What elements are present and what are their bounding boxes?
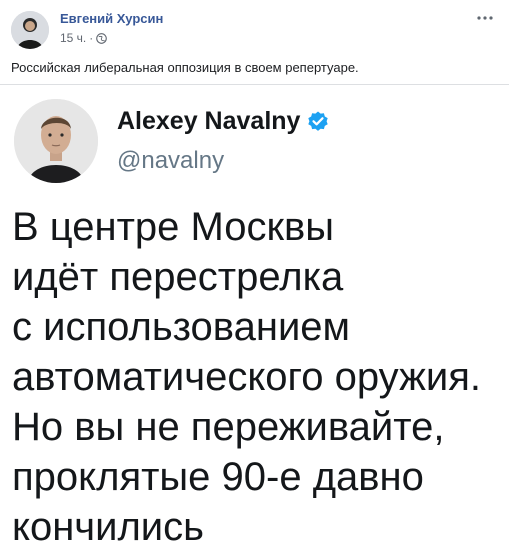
post-meta: 15 ч. · <box>60 31 108 45</box>
globe-icon[interactable] <box>96 32 108 44</box>
tweet-line: В центре Москвы <box>12 205 335 249</box>
tweet-line: с использованием <box>12 305 351 349</box>
post-text: Российская либеральная оппозиция в своем… <box>11 60 359 75</box>
more-options-button[interactable] <box>473 8 497 28</box>
tweet-body: В центре Москвы идёт перестрелка с испол… <box>12 202 507 552</box>
author-avatar[interactable] <box>11 11 49 49</box>
more-dots-icon <box>477 16 493 20</box>
tweet-line: идёт перестрелка <box>12 255 344 299</box>
tweet-handle: @navalny <box>117 147 225 174</box>
tweet-screenshot[interactable]: Alexey Navalny @navalny В центре Москвы … <box>0 85 509 549</box>
tweet-author-name: Alexey Navalny <box>117 107 301 135</box>
author-name[interactable]: Евгений Хурсин <box>60 11 163 26</box>
tweet-author-row: Alexey Navalny <box>117 107 330 136</box>
tweet-line: автоматического оружия. <box>12 355 481 399</box>
tweet-line: Но вы не переживайте, <box>12 405 445 449</box>
verified-badge-icon <box>306 110 330 134</box>
meta-separator: · <box>89 31 94 45</box>
post-header: Евгений Хурсин 15 ч. · Российская либера… <box>0 0 509 75</box>
tweet-avatar <box>14 99 98 183</box>
post-timestamp[interactable]: 15 ч. <box>60 31 86 45</box>
tweet-line: проклятые 90-е давно <box>12 455 424 499</box>
tweet-line: кончились <box>12 505 204 549</box>
